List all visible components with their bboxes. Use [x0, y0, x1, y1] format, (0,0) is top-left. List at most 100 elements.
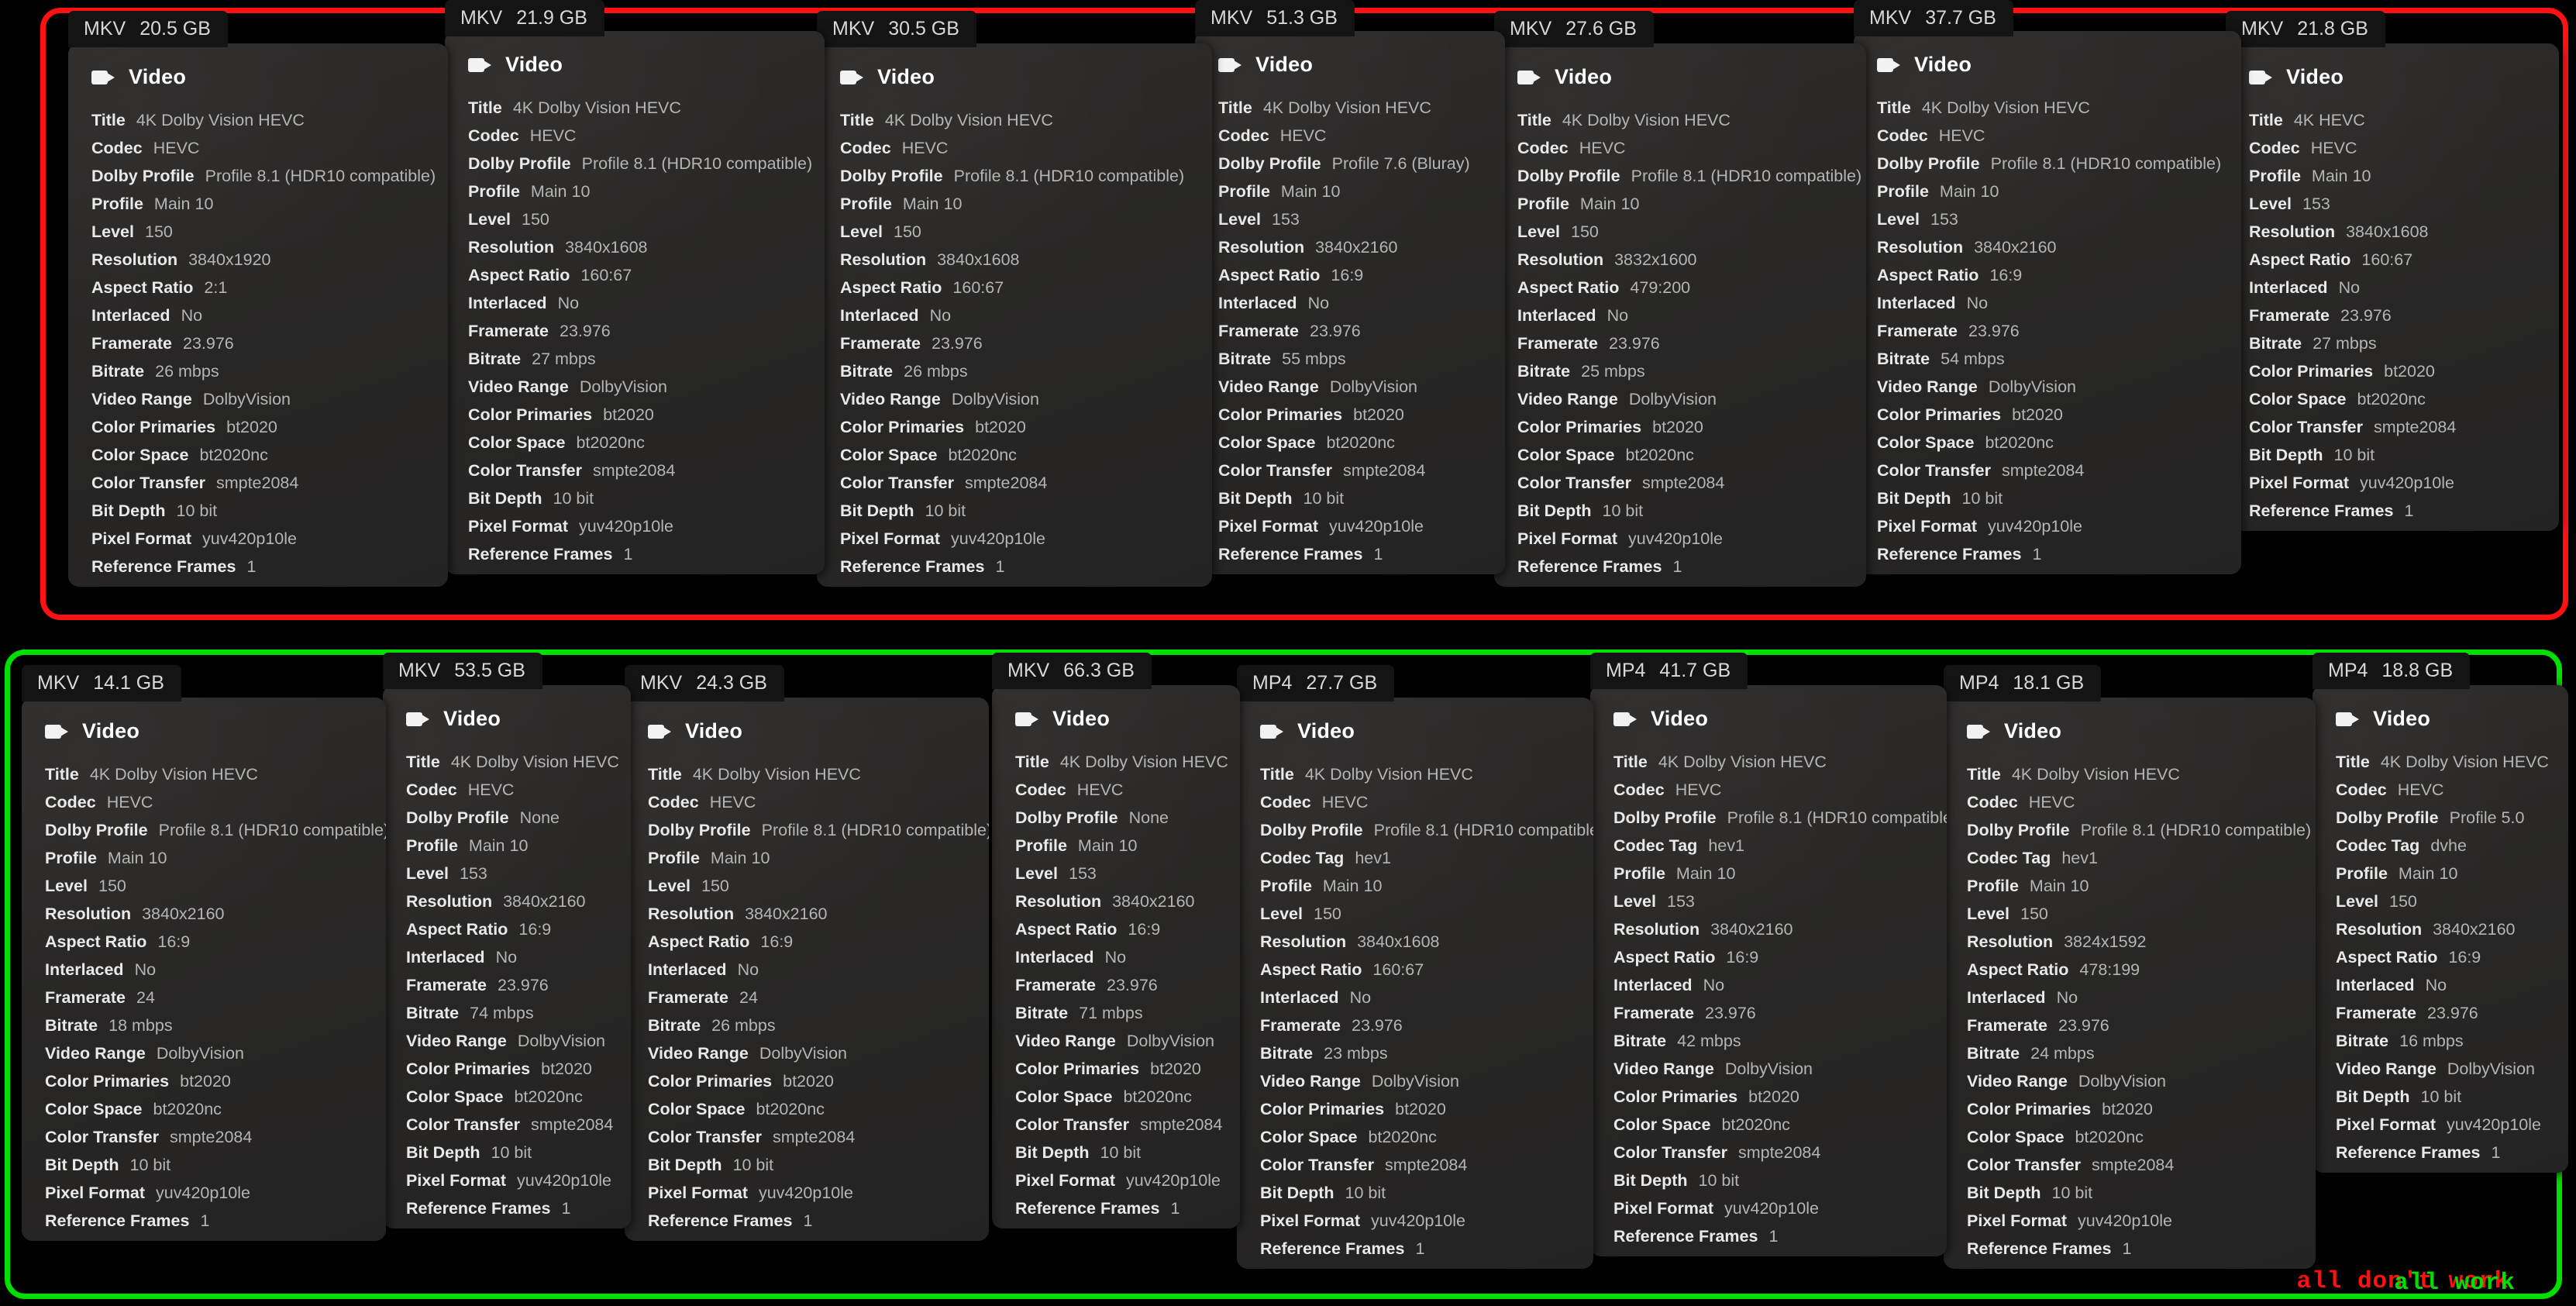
property-row: Interlaced No — [648, 961, 989, 990]
property-key: Color Primaries — [91, 418, 216, 436]
property-value: 3840x2160 — [745, 905, 828, 923]
property-row: Bit Depth 10 bit — [1613, 1172, 1947, 1201]
property-value: Main 10 — [153, 195, 214, 213]
card-format-tab[interactable]: MKV 27.6 GB — [1494, 11, 1654, 47]
property-list: Title 4K Dolby Vision HEVC Codec HEVC Dolby … — [468, 99, 825, 574]
property-row: Level 150 — [648, 877, 989, 906]
property-key: Resolution — [91, 250, 178, 269]
property-list: Title 4K Dolby Vision HEVC Codec HEVC Dolby … — [1877, 99, 2241, 574]
media-info-card[interactable]: Video Title 4K Dolby Vision HEVC Codec HEVC D… — [1944, 698, 2316, 1269]
property-key: Bit Depth — [1015, 1143, 1090, 1162]
property-value: bt2020nc — [2075, 1128, 2144, 1146]
media-info-card[interactable]: Video Title 4K Dolby Vision HEVC Codec HEVC D… — [1854, 31, 2241, 574]
card-format-tab[interactable]: MKV 51.3 GB — [1195, 0, 1355, 36]
media-info-card[interactable]: Video Title 4K Dolby Vision HEVC Codec HEVC D… — [22, 698, 386, 1241]
property-row: Color Space bt2020nc — [648, 1101, 989, 1129]
property-key: Color Space — [1967, 1128, 2065, 1146]
property-row: Reference Frames 1 — [2249, 502, 2559, 531]
property-key: Framerate — [406, 976, 487, 994]
property-value: Profile 8.1 (HDR10 compatible) — [1990, 154, 2222, 173]
property-key: Pixel Format — [2249, 474, 2350, 492]
file-size-label: 66.3 GB — [1063, 660, 1135, 681]
property-row: Color Primaries bt2020 — [45, 1073, 386, 1101]
property-row: Interlaced No — [840, 307, 1212, 336]
property-value: 153 — [1271, 210, 1300, 229]
card-format-tab[interactable]: MP4 27.7 GB — [1237, 665, 1395, 701]
property-row: Aspect Ratio 160:67 — [2249, 251, 2559, 280]
card-format-tab[interactable]: MKV 66.3 GB — [992, 653, 1152, 689]
property-key: Color Primaries — [406, 1060, 531, 1078]
property-key: Video Range — [1218, 377, 1319, 396]
property-key: Bitrate — [1967, 1044, 2020, 1063]
property-key: Profile — [1015, 836, 1067, 855]
media-info-card[interactable]: Video Title 4K Dolby Vision HEVC Codec HEVC D… — [817, 43, 1212, 587]
property-row: Bit Depth 10 bit — [406, 1144, 631, 1173]
media-info-card[interactable]: Video Title 4K Dolby Vision HEVC Codec HEVC D… — [1195, 31, 1505, 574]
property-key: Interlaced — [468, 294, 547, 312]
property-key: Title — [648, 765, 682, 784]
card-format-tab[interactable]: MKV 14.1 GB — [22, 665, 181, 701]
card-format-tab[interactable]: MKV 20.5 GB — [68, 11, 228, 47]
media-info-card[interactable]: Video Title 4K Dolby Vision HEVC Codec HEVC D… — [68, 43, 448, 587]
property-row: Codec HEVC — [45, 794, 386, 822]
card-format-tab[interactable]: MKV 37.7 GB — [1854, 0, 2013, 36]
card-format-tab[interactable]: MP4 18.8 GB — [2313, 653, 2471, 689]
card-format-tab[interactable]: MKV 21.8 GB — [2226, 11, 2385, 47]
card-format-tab[interactable]: MKV 30.5 GB — [817, 11, 976, 47]
container-format-label: MKV — [1211, 7, 1253, 29]
property-key: Interlaced — [45, 960, 124, 979]
property-row: Bitrate 27 mbps — [2249, 335, 2559, 364]
property-value: No — [2056, 988, 2078, 1007]
property-value: smpte2084 — [169, 1128, 253, 1146]
property-value: DolbyVision — [951, 390, 1039, 408]
property-value: dvhe — [2430, 836, 2467, 855]
property-key: Framerate — [1260, 1016, 1341, 1035]
property-value: 150 — [98, 877, 126, 895]
file-size-label: 51.3 GB — [1266, 7, 1338, 29]
property-key: Bitrate — [91, 362, 145, 381]
property-value: No — [1104, 948, 1127, 967]
property-row: Reference Frames 1 — [1877, 546, 2241, 574]
property-key: Color Transfer — [1877, 461, 1991, 480]
property-row: Level 153 — [1218, 210, 1505, 239]
property-row: Pixel Format yuv420p10le — [1260, 1212, 1593, 1241]
media-info-card[interactable]: Video Title 4K Dolby Vision HEVC Codec HEVC D… — [1237, 698, 1593, 1269]
property-key: Interlaced — [1967, 988, 2046, 1007]
property-row: Level 150 — [468, 211, 825, 239]
property-key: Video Range — [1877, 377, 1978, 396]
property-value: 1 — [1415, 1239, 1425, 1258]
property-key: Bit Depth — [2336, 1087, 2410, 1106]
section-title: Video — [1914, 53, 1972, 76]
video-camera-icon — [468, 57, 491, 74]
property-row: Interlaced No — [1967, 988, 2316, 1018]
property-row: Reference Frames 1 — [648, 1212, 989, 1241]
media-info-card[interactable]: Video Title 4K Dolby Vision HEVC Codec HEVC D… — [1590, 685, 1947, 1256]
property-key: Color Primaries — [468, 405, 593, 424]
property-key: Color Space — [1015, 1087, 1113, 1106]
media-info-card[interactable]: Video Title 4K Dolby Vision HEVC Codec HEVC D… — [383, 685, 631, 1228]
media-info-card[interactable]: Video Title 4K Dolby Vision HEVC Codec HEVC D… — [1494, 43, 1866, 587]
media-info-card[interactable]: Video Title 4K Dolby Vision HEVC Codec HEVC D… — [2313, 685, 2568, 1173]
media-info-card[interactable]: Video Title 4K HEVC Codec HEVC Profile Main 10… — [2226, 43, 2559, 531]
media-info-card[interactable]: Video Title 4K Dolby Vision HEVC Codec HEVC D… — [445, 31, 825, 574]
card-format-tab[interactable]: MKV 24.3 GB — [625, 665, 784, 701]
property-value: 153 — [459, 864, 487, 883]
card-format-tab[interactable]: MP4 18.1 GB — [1944, 665, 2102, 701]
property-value: 150 — [701, 877, 729, 895]
section-title: Video — [82, 719, 140, 743]
property-row: Color Transfer smpte2084 — [91, 474, 448, 503]
property-key: Profile — [1260, 877, 1312, 895]
card-format-tab[interactable]: MKV 21.9 GB — [445, 0, 604, 36]
property-value: HEVC — [153, 139, 200, 157]
media-info-card[interactable]: Video Title 4K Dolby Vision HEVC Codec HEVC D… — [992, 685, 1240, 1228]
property-key: Reference Frames — [840, 557, 985, 576]
card-format-tab[interactable]: MP4 41.7 GB — [1590, 653, 1748, 689]
property-row: Level 150 — [2336, 893, 2568, 922]
property-key: Dolby Profile — [1967, 821, 2070, 839]
media-info-card[interactable]: Video Title 4K Dolby Vision HEVC Codec HEVC D… — [625, 698, 989, 1241]
property-row: Codec Tag hev1 — [1260, 849, 1593, 878]
property-value: yuv420p10le — [517, 1171, 611, 1190]
property-key: Framerate — [2336, 1004, 2416, 1022]
card-format-tab[interactable]: MKV 53.5 GB — [383, 653, 542, 689]
property-key: Aspect Ratio — [406, 920, 508, 939]
